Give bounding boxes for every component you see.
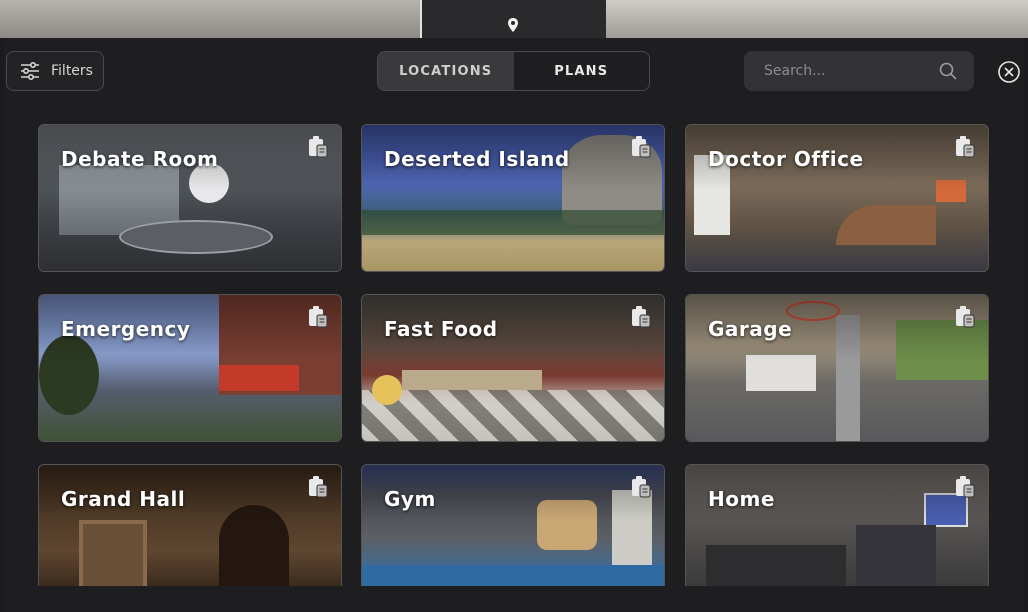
clipboard-icon xyxy=(309,136,328,158)
clipboard-icon xyxy=(309,306,328,328)
search-input[interactable] xyxy=(762,62,936,80)
clipboard-icon xyxy=(956,476,975,498)
filters-label: Filters xyxy=(51,63,93,79)
card-title: Grand Hall xyxy=(61,487,186,511)
close-icon[interactable] xyxy=(997,60,1021,84)
card-title: Debate Room xyxy=(61,147,219,171)
top-bar xyxy=(0,0,1028,38)
location-card-fast-food[interactable]: Fast Food xyxy=(361,294,665,442)
top-bar-right-scene xyxy=(606,0,1028,38)
card-title: Home xyxy=(708,487,775,511)
panel-bottom-edge xyxy=(4,586,1024,612)
location-card-garage[interactable]: Garage xyxy=(685,294,989,442)
search-box xyxy=(744,51,974,91)
location-card-debate-room[interactable]: Debate Room xyxy=(38,124,342,272)
location-card-grand-hall[interactable]: Grand Hall xyxy=(38,464,342,588)
clipboard-icon xyxy=(309,476,328,498)
location-pin-icon[interactable] xyxy=(505,17,521,33)
location-card-doctor-office[interactable]: Doctor Office xyxy=(685,124,989,272)
card-title: Emergency xyxy=(61,317,191,341)
clipboard-icon xyxy=(956,136,975,158)
clipboard-icon xyxy=(956,306,975,328)
location-card-gym[interactable]: Gym xyxy=(361,464,665,588)
location-card-deserted-island[interactable]: Deserted Island xyxy=(361,124,665,272)
card-title: Fast Food xyxy=(384,317,498,341)
view-toggle: LOCATIONS PLANS xyxy=(377,51,650,91)
top-bar-left-scene xyxy=(0,0,420,38)
clipboard-icon xyxy=(632,306,651,328)
sliders-icon xyxy=(21,61,39,81)
location-card-home[interactable]: Home xyxy=(685,464,989,588)
clipboard-icon xyxy=(632,136,651,158)
clipboard-icon xyxy=(632,476,651,498)
filters-button[interactable]: Filters xyxy=(6,51,104,91)
tab-plans[interactable]: PLANS xyxy=(513,52,649,90)
tab-locations[interactable]: LOCATIONS xyxy=(378,52,514,90)
card-title: Gym xyxy=(384,487,436,511)
card-title: Deserted Island xyxy=(384,147,570,171)
card-title: Doctor Office xyxy=(708,147,864,171)
location-card-emergency[interactable]: Emergency xyxy=(38,294,342,442)
card-title: Garage xyxy=(708,317,793,341)
search-icon[interactable] xyxy=(938,61,958,81)
